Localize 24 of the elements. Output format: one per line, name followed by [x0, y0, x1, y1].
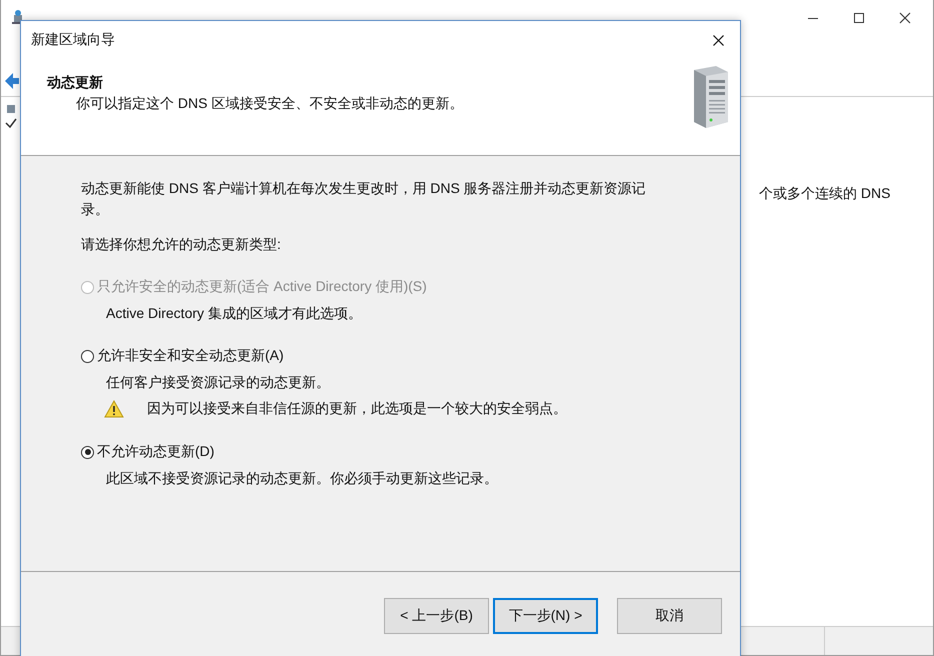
- wizard-button[interactable]: 下一步(N) >: [493, 598, 598, 634]
- wizard-button[interactable]: < 上一步(B): [384, 598, 489, 634]
- radio-option[interactable]: 不允许动态更新(D): [81, 443, 700, 461]
- maximize-icon[interactable]: [853, 12, 865, 24]
- radio-circle[interactable]: [81, 350, 94, 362]
- back-arrow-icon[interactable]: [5, 72, 19, 92]
- warning-icon: [104, 400, 124, 418]
- tree-node-icon[interactable]: [5, 103, 17, 131]
- option-description: 此区域不接受资源记录的动态更新。你必须手动更新这些记录。: [106, 470, 499, 488]
- option-description: 任何客户接受资源记录的动态更新。: [106, 374, 331, 392]
- close-icon[interactable]: [899, 12, 911, 24]
- description-text: 个或多个连续的 DNS: [759, 185, 892, 203]
- wizard-button[interactable]: 取消: [617, 598, 722, 634]
- page-subtitle: 你可以指定这个 DNS 区域接受安全、不安全或非动态的更新。: [76, 95, 464, 113]
- dialog-title: 新建区域向导: [31, 31, 115, 49]
- option-description: Active Directory 集成的区域才有此选项。: [106, 305, 363, 323]
- radio-option[interactable]: 允许非安全和安全动态更新(A): [81, 347, 700, 365]
- prompt-text: 请选择你想允许的动态更新类型:: [81, 236, 282, 254]
- page-heading: 动态更新: [47, 74, 104, 92]
- radio-circle[interactable]: [81, 446, 94, 458]
- intro-text: 动态更新能使 DNS 客户端计算机在每次发生更改时，用 DNS 服务器注册并动态更新资源记录。: [81, 179, 647, 219]
- radio-option: 只允许安全的动态更新(适合 Active Directory 使用)(S): [81, 278, 700, 296]
- close-icon[interactable]: [713, 34, 724, 46]
- warning-text: 因为可以接受来自非信任源的更新，此选项是一个较大的安全弱点。: [147, 400, 567, 418]
